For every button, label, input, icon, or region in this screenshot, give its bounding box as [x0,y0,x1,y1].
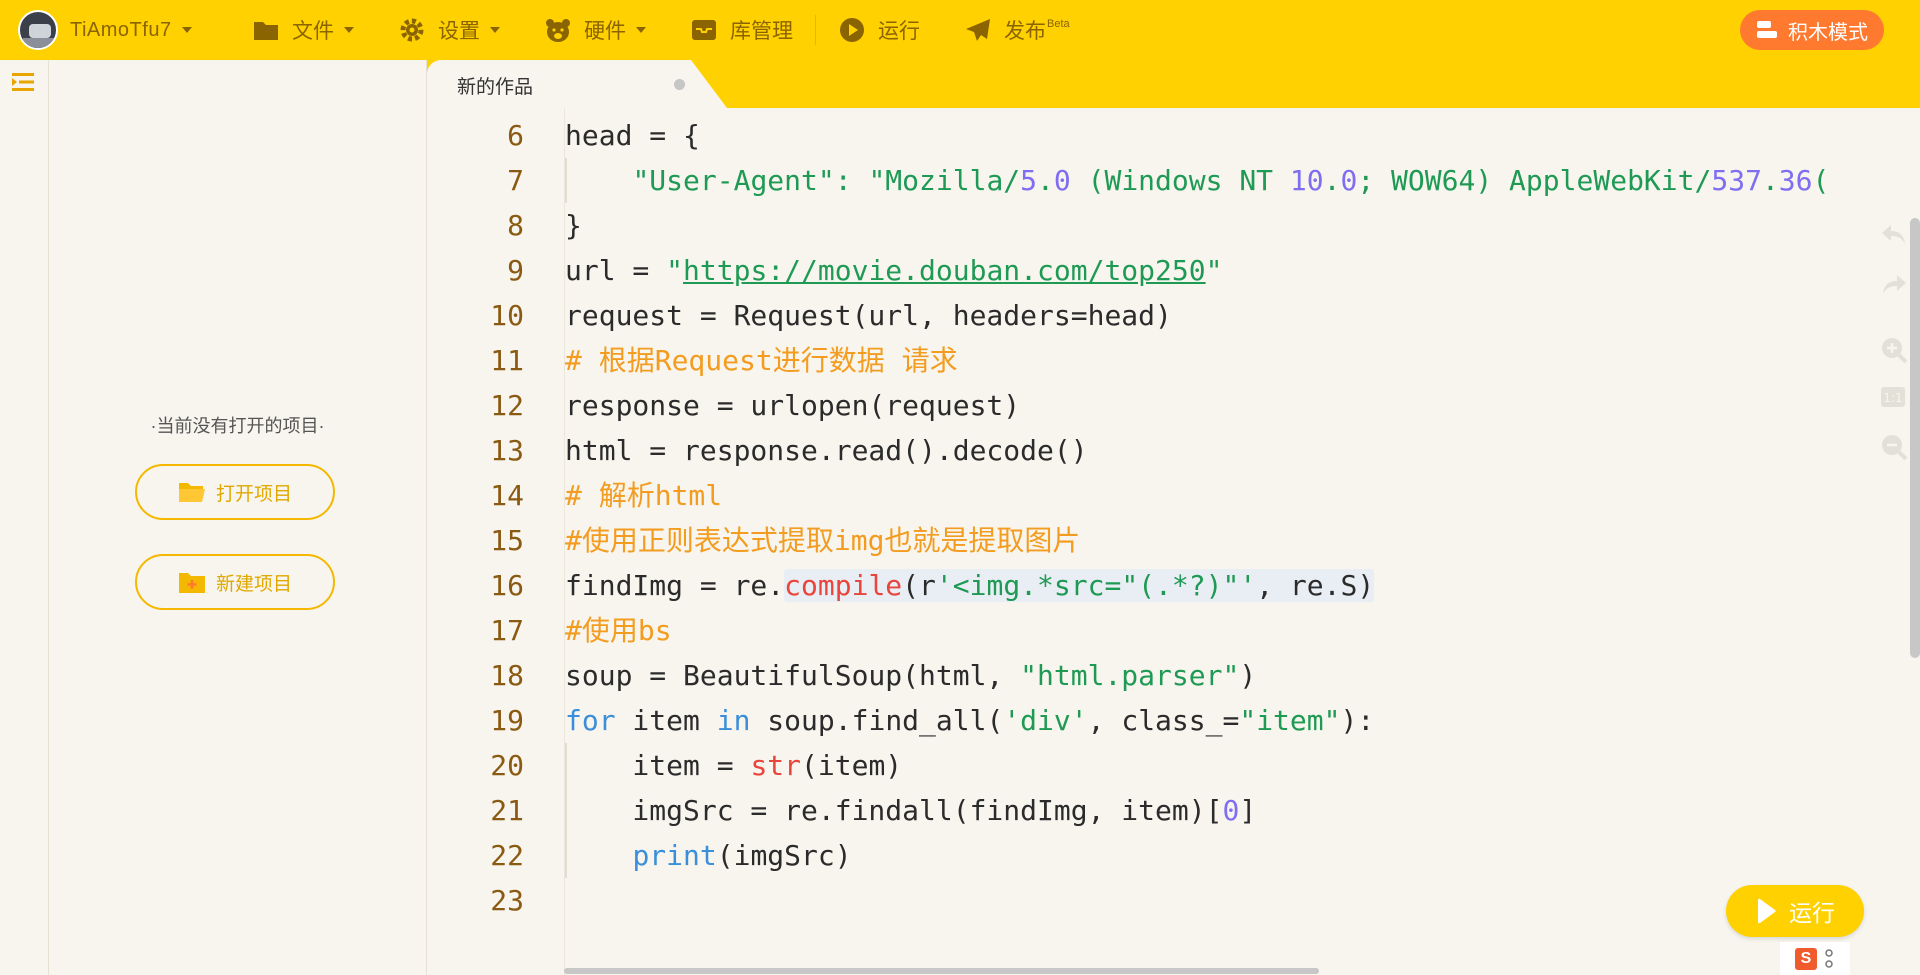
line-number: 23 [490,884,524,917]
line-number: 21 [490,794,524,827]
line-number: 19 [490,704,524,737]
user-menu[interactable]: TiAmoTfu7 [18,10,230,50]
bear-icon [544,16,572,44]
code-text: item = str(item) [565,749,903,782]
line-number: 8 [507,209,524,242]
line-number: 18 [490,659,524,692]
line-number: 14 [490,479,524,512]
line-number: 9 [507,254,524,287]
inbox-icon [690,16,718,44]
menu-library-label: 库管理 [730,20,793,43]
zoom-in-icon[interactable] [1880,336,1908,369]
code-text: soup = BeautifulSoup(html, "html.parser"… [565,659,1257,692]
blocks-icon [1756,20,1778,40]
code-editor[interactable]: 6 head = { 7 "User-Agent": "Mozilla/5.0 (… [427,108,1920,975]
menu-run-label: 运行 [878,20,920,43]
tab-new-work[interactable]: 新的作品 [427,60,727,108]
code-text: response = urlopen(request) [565,389,1021,422]
chevron-down-icon [344,27,354,33]
chevron-down-icon [636,27,646,33]
code-text: } [565,209,582,242]
line-number: 22 [490,839,524,872]
code-comment: #使用正则表达式提取img也就是提取图片 [565,524,1081,557]
line-number: 10 [490,299,524,332]
code-text: findImg = re.compile(r'<img.*src="(.*?)"… [565,569,1375,602]
line-number: 12 [490,389,524,422]
user-avatar[interactable] [18,10,58,50]
menu-publish[interactable]: 发布 Beta [942,0,1092,60]
code-text: imgSrc = re.findall(findImg, item)[0] [565,794,1257,827]
unsaved-dot-icon[interactable] [674,79,685,90]
line-number: 7 [507,164,524,197]
line-number: 13 [490,434,524,467]
code-text: url = "https://movie.douban.com/top250" [565,254,1223,287]
zoom-reset-icon[interactable]: 1:1 [1880,386,1906,413]
menu-hardware[interactable]: 硬件 [522,0,668,60]
tab-title: 新的作品 [457,77,534,98]
code-text: html = response.read().decode() [565,434,1088,467]
folder-plus-icon [178,570,206,594]
play-icon [1755,898,1777,924]
menu-settings-label: 设置 [438,20,480,43]
horizontal-scrollbar[interactable] [564,968,1319,974]
menu-hardware-label: 硬件 [584,20,626,43]
menu-library[interactable]: 库管理 [668,0,815,60]
code-text: head = { [565,119,700,152]
ime-logo-icon: S [1795,947,1817,970]
project-panel: ·当前没有打开的项目· 打开项目 新建项目 [49,60,427,975]
blocks-mode-label: 积木模式 [1788,21,1868,44]
line-number: 11 [490,344,524,377]
folder-open-icon [178,480,206,504]
new-project-label: 新建项目 [215,573,292,595]
menu-file[interactable]: 文件 [230,0,376,60]
chevron-down-icon [181,27,192,33]
ime-toolbar[interactable]: S [1780,942,1850,975]
run-button-label: 运行 [1789,900,1835,926]
menu-toggle-icon[interactable] [10,70,36,99]
paper-plane-icon [964,16,992,44]
line-number: 15 [490,524,524,557]
gear-icon [398,16,426,44]
open-project-label: 打开项目 [215,483,292,505]
code-text: "User-Agent": "Mozilla/5.0 (Windows NT 1… [632,164,1830,197]
main-menu: 文件 设置 硬件 库管理 运行 发布 Beta [230,0,1092,60]
code-comment: #使用bs [565,614,672,647]
ime-options-icon[interactable] [1823,948,1835,970]
redo-icon[interactable] [1880,273,1908,302]
blocks-mode-button[interactable]: 积木模式 [1740,10,1884,50]
code-comment: # 解析html [565,479,723,512]
new-project-button[interactable]: 新建项目 [135,554,335,610]
open-project-button[interactable]: 打开项目 [135,464,335,520]
line-number: 20 [490,749,524,782]
code-comment: # 根据Request进行数据 请求 [565,344,958,377]
line-number: 17 [490,614,524,647]
no-project-message: ·当前没有打开的项目· [150,416,325,436]
svg-text:1:1: 1:1 [1883,391,1902,405]
code-text: print(imgSrc) [632,839,852,872]
menu-run[interactable]: 运行 [816,0,942,60]
beta-badge: Beta [1047,18,1070,30]
vertical-scrollbar[interactable] [1910,218,1920,658]
zoom-out-icon[interactable] [1880,433,1908,466]
left-sidebar [0,60,49,975]
code-text: for item in soup.find_all('div', class_=… [565,704,1375,737]
line-number: 16 [490,569,524,602]
undo-icon[interactable] [1880,223,1908,252]
top-bar: TiAmoTfu7 文件 设置 硬件 库管理 运行 发布 Beta 积木模式 [0,0,1920,60]
editor-tab-strip: 新的作品 [427,60,1920,108]
code-text: request = Request(url, headers=head) [565,299,1172,332]
chevron-down-icon [490,27,500,33]
user-name[interactable]: TiAmoTfu7 [70,19,172,42]
run-button[interactable]: 运行 [1726,885,1864,937]
line-number: 6 [507,119,524,152]
menu-file-label: 文件 [292,20,334,43]
menu-publish-label: 发布 [1004,20,1046,43]
play-circle-icon [838,16,866,44]
menu-settings[interactable]: 设置 [376,0,522,60]
folder-icon [252,16,280,44]
